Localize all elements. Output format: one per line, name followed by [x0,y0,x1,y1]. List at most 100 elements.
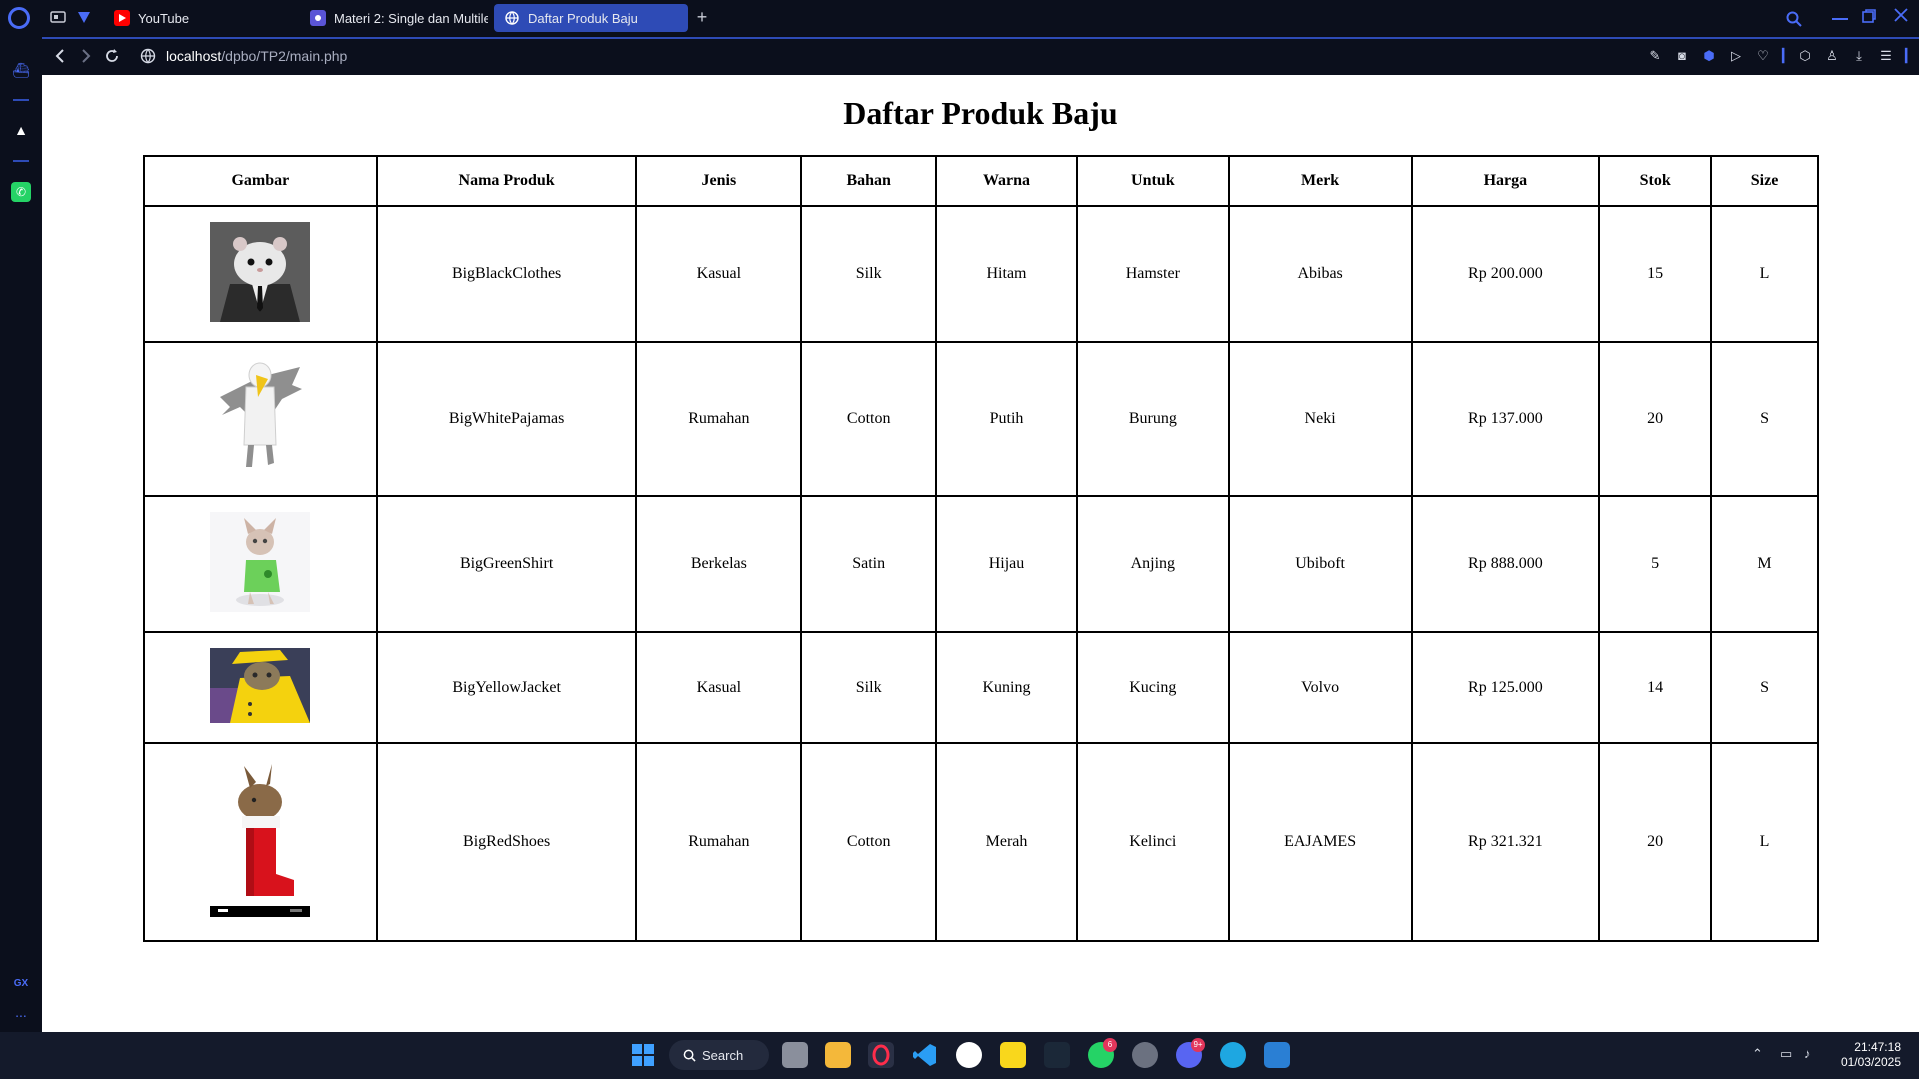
cell-warna: Hitam [935,205,1078,343]
column-header: Harga [1410,155,1601,207]
restore-icon[interactable] [1862,9,1876,23]
cell-bahan: Silk [800,205,938,343]
cell-stok: 15 [1598,205,1713,343]
tab-label: YouTube [138,10,190,26]
column-header: Nama Produk [375,155,638,207]
cell-nama: BigRedShoes [375,742,638,942]
edit-icon[interactable]: ✎ [1647,48,1663,64]
tab-materi[interactable]: Materi 2: Single dan Multile [300,4,488,32]
hamster-suit-image [210,221,311,322]
tab-youtube[interactable]: YouTube [104,4,294,32]
table-row: BigRedShoes Rumahan Cotton Merah Kelinci… [143,742,1819,942]
cube-icon[interactable]: ⬡ [1797,48,1813,64]
column-header: Bahan [800,155,938,207]
cell-stok: 20 [1598,742,1713,942]
cell-harga: Rp 321.321 [1410,742,1601,942]
vpn-icon[interactable] [76,10,92,24]
photos-icon[interactable] [1264,1042,1290,1068]
table-row: BigBlackClothes Kasual Silk Hitam Hamste… [143,205,1819,343]
globe-icon [504,10,520,26]
download-icon[interactable]: ⤓ [1851,48,1867,64]
profile-icon[interactable]: ♙ [1824,48,1840,64]
divider-icon: ▎ [1782,48,1792,63]
cell-jenis: Kasual [635,631,803,744]
app-store-icon[interactable] [956,1042,982,1068]
more-icon[interactable]: ... [11,1002,31,1022]
cell-jenis: Rumahan [635,341,803,497]
cell-untuk: Kucing [1075,631,1230,744]
whatsapp-badge: 6 [1103,1038,1117,1052]
forward-icon[interactable] [80,48,92,64]
clock-date: 01/03/2025 [1840,1055,1901,1069]
settings-icon[interactable] [1132,1042,1158,1068]
product-image-cell [143,205,378,343]
aria-icon[interactable]: ▲ [11,120,31,140]
cell-nama: BigYellowJacket [375,631,638,744]
system-clock[interactable]: 21:47:18 01/03/2025 [1841,1040,1901,1070]
cell-jenis: Rumahan [635,742,803,942]
opera-gx-icon[interactable] [868,1042,894,1068]
shield-icon[interactable]: ⬢ [1701,48,1717,64]
opera-menu-icon[interactable] [8,7,30,29]
tab-daftar-produk[interactable]: Daftar Produk Baju [494,4,688,32]
windows-start-icon[interactable] [630,1042,656,1068]
cell-bahan: Cotton [800,341,938,497]
site-info-icon[interactable] [140,48,156,64]
toolbar-icons: ✎ ◙ ⬢ ▷ ♡ ▎ ⬡ ♙ ⤓ ☰ ▎ [1647,48,1915,64]
column-header: Merk [1227,155,1413,207]
column-header: Untuk [1075,155,1230,207]
column-header: Size [1710,155,1819,207]
cell-harga: Rp 200.000 [1410,205,1601,343]
vscode-icon[interactable] [912,1042,938,1068]
new-tab-button[interactable]: + [693,8,711,27]
windows-taskbar: Search 6 9+ ⌃ ▭ ♪ 21:47:18 01/03/2025 [0,1032,1919,1079]
menu-icon[interactable]: ☰ [1878,48,1894,64]
discord-badge: 9+ [1191,1038,1205,1052]
whatsapp-icon[interactable]: ✆ [11,182,31,202]
cell-untuk: Kelinci [1075,742,1230,942]
volume-icon[interactable]: ♪ [1804,1046,1811,1061]
back-icon[interactable] [54,48,66,64]
tab-islands-icon[interactable] [50,10,66,24]
cell-jenis: Berkelas [635,495,803,633]
sidebar: ⛴ ▲ ✆ GX ... [0,36,42,1032]
task-view-icon[interactable] [782,1042,808,1068]
camera-icon[interactable]: ◙ [1674,48,1690,64]
heart-icon[interactable]: ♡ [1755,48,1771,64]
page-viewport: Daftar Produk Baju Gambar Nama Produk Je… [42,75,1919,1032]
course-site-icon [310,10,326,26]
gx-control-icon[interactable]: GX [11,974,31,994]
cell-merk: Volvo [1227,631,1413,744]
products-table: Gambar Nama Produk Jenis Bahan Warna Unt… [143,155,1819,942]
bookmarks-icon[interactable]: ⛴ [11,60,31,80]
cell-size: S [1710,341,1819,497]
table-row: BigGreenShirt Berkelas Satin Hijau Anjin… [143,495,1819,633]
close-icon[interactable] [1894,8,1908,22]
sticky-notes-icon[interactable] [1000,1042,1026,1068]
reload-icon[interactable] [104,48,120,64]
minimize-icon[interactable] [1832,17,1848,21]
cell-size: M [1710,495,1819,633]
url-field[interactable]: localhost/dpbo/TP2/main.php [166,48,347,64]
cell-warna: Kuning [935,631,1078,744]
network-icon[interactable]: ▭ [1780,1046,1792,1062]
sidebar-divider [13,99,29,101]
steam-icon[interactable] [1044,1042,1070,1068]
cell-warna: Hijau [935,495,1078,633]
table-row: BigYellowJacket Kasual Silk Kuning Kucin… [143,631,1819,744]
show-hidden-icons-icon[interactable]: ⌃ [1752,1046,1763,1062]
file-explorer-icon[interactable] [825,1042,851,1068]
send-icon[interactable]: ▷ [1728,48,1744,64]
clock-time: 21:47:18 [1854,1040,1901,1054]
address-bar: localhost/dpbo/TP2/main.php ✎ ◙ ⬢ ▷ ♡ ▎ … [42,37,1919,75]
cell-harga: Rp 888.000 [1410,495,1601,633]
browser-tab-bar: YouTube Materi 2: Single dan Multile Daf… [0,0,1919,36]
search-icon [683,1049,696,1062]
edge-icon[interactable] [1220,1042,1246,1068]
youtube-icon [114,10,130,26]
search-tabs-icon[interactable] [1786,11,1802,27]
taskbar-search-button[interactable]: Search [669,1040,769,1070]
cell-merk: Neki [1227,341,1413,497]
sidebar-toggle-icon[interactable]: ▎ [1905,48,1915,64]
cell-warna: Merah [935,742,1078,942]
